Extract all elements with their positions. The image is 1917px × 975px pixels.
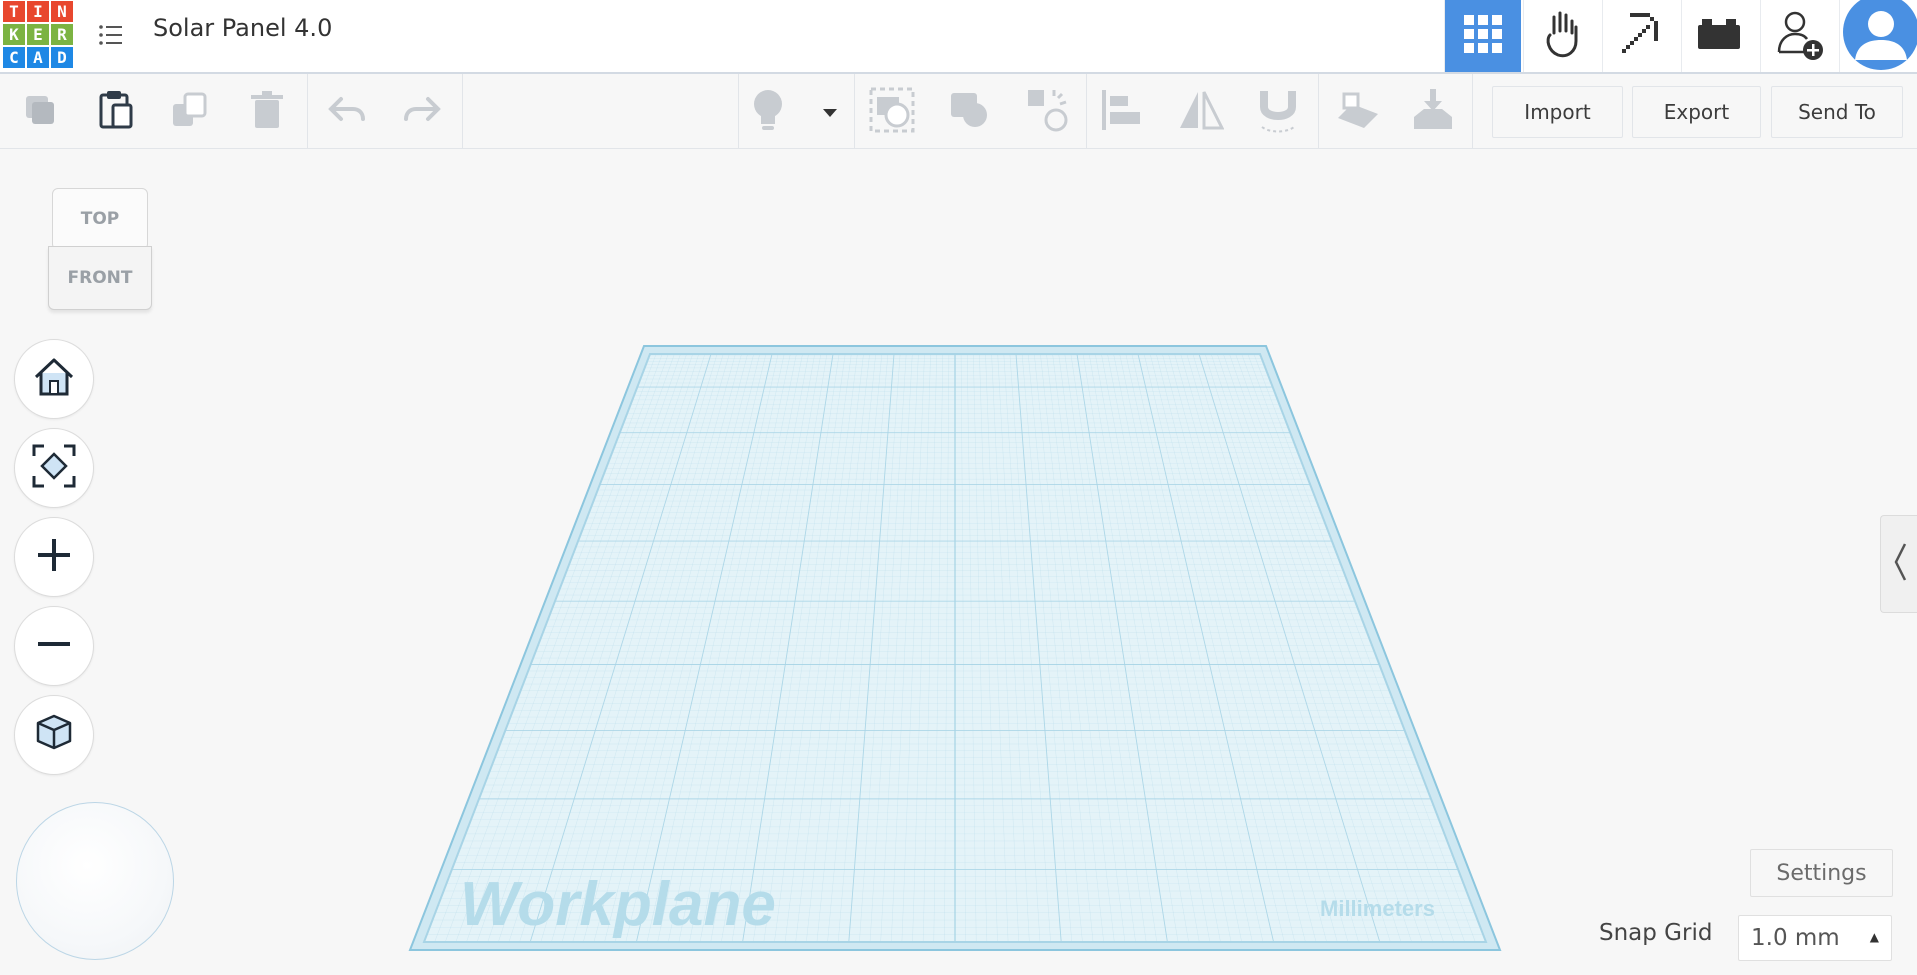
view-cube[interactable]: TOP FRONT (44, 186, 156, 314)
caret-up-icon: ▲ (1869, 930, 1879, 944)
workplane-button[interactable] (1333, 88, 1383, 136)
logo-letter: T (3, 1, 25, 22)
3d-design-view-button[interactable] (1444, 0, 1521, 72)
undo-icon (327, 95, 367, 129)
snap-grid-select[interactable]: 1.0 mm ▲ (1738, 915, 1892, 961)
design-title[interactable]: Solar Panel 4.0 (153, 14, 332, 42)
perspective-toggle-button[interactable] (14, 695, 94, 775)
add-user-icon (1771, 6, 1827, 66)
workplane[interactable]: Workplane Millimeters (400, 340, 1510, 964)
copy-button[interactable] (15, 88, 65, 136)
units-label: Millimeters (1320, 896, 1435, 921)
duplicate-icon (169, 90, 211, 134)
ungroup-button[interactable] (945, 88, 995, 136)
cube-icon (33, 713, 75, 757)
redo-icon (402, 95, 442, 129)
ungroup-icon (947, 87, 993, 137)
delete-button[interactable] (242, 88, 292, 136)
circuits-view-button[interactable] (1523, 0, 1600, 72)
zoom-in-button[interactable] (14, 517, 94, 597)
group-button[interactable] (867, 87, 917, 137)
logo-letter: D (51, 47, 73, 68)
hand-icon (1540, 9, 1584, 63)
brick-icon (1698, 17, 1742, 55)
logo-letter: I (27, 1, 49, 22)
tinkercad-logo[interactable]: TIN KER CAD (3, 1, 73, 68)
group-icon (869, 87, 915, 137)
bricks-view-button[interactable] (1681, 0, 1758, 72)
send-to-button[interactable]: Send To (1771, 86, 1903, 138)
notes-dropdown-button[interactable] (805, 88, 855, 136)
workplane-label: Workplane (460, 870, 776, 939)
logo-letter: N (51, 1, 73, 22)
edit-toolbar: Import Export Send To (0, 74, 1917, 149)
plus-icon (36, 537, 72, 577)
avatar-icon (1841, 0, 1917, 74)
paste-button[interactable] (91, 88, 141, 136)
fit-view-button[interactable] (14, 428, 94, 508)
logo-letter: E (27, 24, 49, 45)
export-button[interactable]: Export (1632, 86, 1761, 138)
copy-icon (20, 90, 60, 134)
view-cube-front-face[interactable]: FRONT (48, 246, 152, 310)
workplane-icon (1334, 88, 1382, 136)
clipboard-icon (96, 89, 136, 135)
mirror-icon (1178, 90, 1225, 134)
grid-icon (1462, 13, 1504, 59)
hole-icon (1022, 86, 1070, 138)
redo-button[interactable] (397, 88, 447, 136)
top-header: TIN KER CAD Solar Panel 4.0 (0, 0, 1917, 74)
shapes-panel-toggle[interactable] (1880, 515, 1917, 613)
minus-icon (36, 626, 72, 666)
logo-letter: A (27, 47, 49, 68)
hole-button[interactable] (1021, 88, 1071, 136)
snap-grid-label: Snap Grid (1599, 920, 1713, 946)
lightbulb-icon (750, 88, 786, 136)
pickaxe-icon (1616, 9, 1666, 63)
fit-to-view-icon (32, 444, 76, 492)
import-button[interactable]: Import (1492, 86, 1623, 138)
logo-letter: R (51, 24, 73, 45)
home-icon (33, 357, 75, 401)
drop-to-plane-icon (1410, 87, 1456, 137)
trash-icon (249, 90, 285, 134)
logo-letter: K (3, 24, 25, 45)
align-icon (1100, 88, 1146, 136)
align-button[interactable] (1098, 88, 1148, 136)
undo-button[interactable] (322, 88, 372, 136)
notes-button[interactable] (743, 88, 793, 136)
cruise-button[interactable] (1253, 88, 1303, 136)
ruler-button[interactable] (1408, 88, 1458, 136)
orbit-control[interactable] (16, 802, 174, 960)
snap-grid-value: 1.0 mm (1751, 925, 1840, 951)
invite-collaborators-button[interactable] (1760, 0, 1837, 72)
duplicate-button[interactable] (165, 88, 215, 136)
home-view-button[interactable] (14, 339, 94, 419)
caret-down-icon (822, 103, 838, 122)
logo-letter: C (3, 47, 25, 68)
user-profile-button[interactable] (1839, 0, 1917, 72)
mirror-button[interactable] (1176, 88, 1226, 136)
view-cube-top-face[interactable]: TOP (52, 188, 148, 250)
magnet-icon (1256, 87, 1300, 137)
chevron-left-icon (1893, 542, 1907, 586)
list-menu-icon[interactable] (96, 20, 126, 50)
minecraft-view-button[interactable] (1602, 0, 1679, 72)
zoom-out-button[interactable] (14, 606, 94, 686)
settings-button[interactable]: Settings (1750, 849, 1893, 897)
